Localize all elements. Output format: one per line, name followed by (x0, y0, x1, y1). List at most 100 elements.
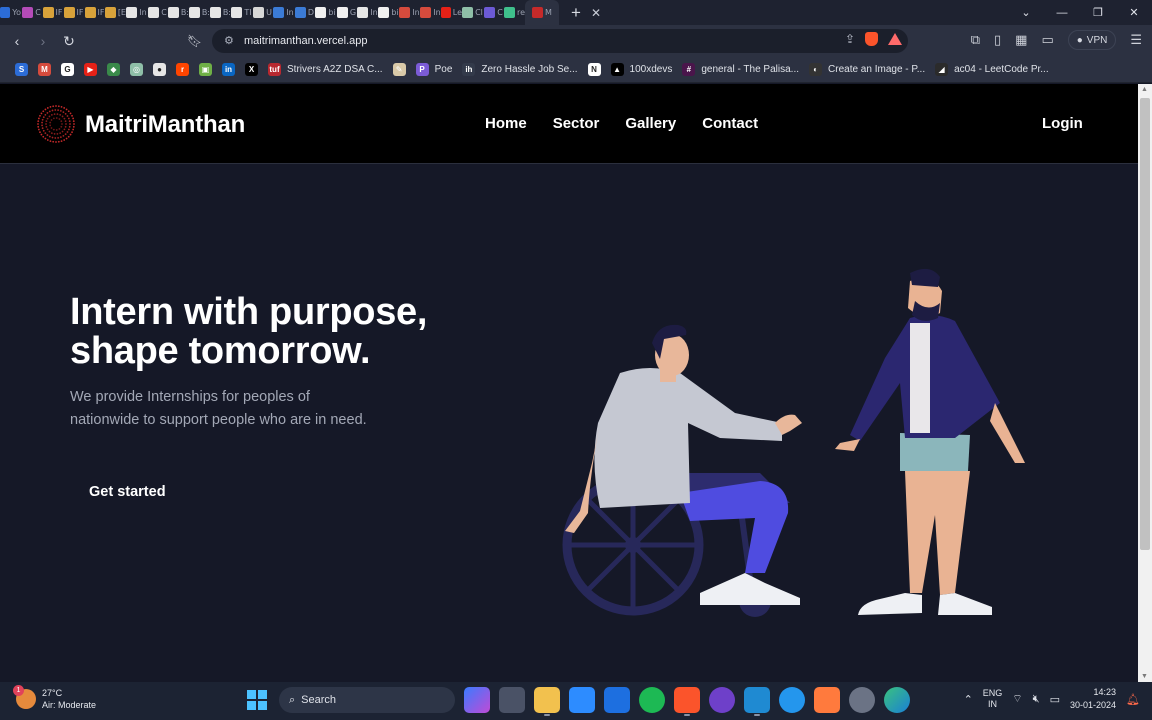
scroll-up-icon[interactable]: ▲ (1141, 86, 1148, 93)
bookmark-item[interactable]: ▶ (79, 57, 102, 83)
nav-contact[interactable]: Contact (702, 115, 758, 132)
reload-icon[interactable]: ↻ (56, 25, 82, 57)
url-bar[interactable]: ⚙ maitrimanthan.vercel.app ⇪ (212, 29, 908, 53)
bookmark-item[interactable]: X (240, 57, 263, 83)
browser-tab[interactable]: [E (105, 0, 126, 25)
brave-browser-icon[interactable] (674, 687, 700, 716)
bookmark-item[interactable]: ◢ ac04 - LeetCode Pr... (930, 57, 1054, 83)
github-desktop-icon[interactable] (709, 687, 735, 713)
bookmark-item[interactable]: ◐ Create an Image - P... (804, 57, 930, 83)
site-settings-icon[interactable]: ⚙ (224, 34, 234, 47)
browser-tab-active[interactable]: M (525, 0, 559, 25)
teamviewer-icon[interactable] (604, 687, 630, 713)
browser-tab[interactable]: C (483, 0, 504, 25)
clock[interactable]: 14:23 30-01-2024 (1070, 686, 1116, 712)
brave-beta-icon[interactable] (814, 687, 840, 713)
volume-muted-icon[interactable]: 🔇︎ (1033, 693, 1040, 706)
scrollbar-thumb[interactable] (1140, 98, 1150, 550)
browser-tab[interactable]: IF (42, 0, 63, 25)
language-indicator[interactable]: ENG IN (983, 688, 1003, 710)
forward-icon[interactable]: › (30, 25, 56, 57)
browser-tab[interactable]: TI (231, 0, 252, 25)
weather-widget[interactable]: 1 27°C Air: Moderate (13, 685, 96, 711)
restore-icon[interactable]: ❐ (1080, 0, 1116, 25)
bookmark-item[interactable]: ih Zero Hassle Job Se... (457, 57, 582, 83)
browser-tab[interactable]: In (273, 0, 294, 25)
tab-search-icon[interactable]: ⌄ (1008, 0, 1044, 25)
bookmark-item[interactable]: ◆ (102, 57, 125, 83)
browser-tab[interactable]: bi (315, 0, 336, 25)
bookmark-item[interactable]: tuf Strivers A2Z DSA C... (263, 57, 388, 83)
bookmark-item[interactable]: ▲ 100xdevs (606, 57, 678, 83)
share-icon[interactable]: ⇪ (845, 32, 855, 46)
settings-icon[interactable] (849, 687, 875, 713)
brave-rewards-icon[interactable] (888, 33, 902, 45)
browser-tab[interactable]: re (504, 0, 525, 25)
new-tab-icon[interactable]: + (565, 0, 587, 25)
notification-bell-icon[interactable]: 🔔︎ (1126, 693, 1140, 706)
bookmark-icon[interactable]: 🔖︎ (187, 34, 202, 48)
browser-tab[interactable]: Yo (0, 0, 21, 25)
vscode-icon[interactable] (744, 687, 770, 716)
tray-overflow-icon[interactable]: ⌃ (964, 693, 973, 706)
browser-tab[interactable]: C (21, 0, 42, 25)
bookmark-item[interactable]: r (171, 57, 194, 83)
bookmark-item[interactable]: S (10, 57, 33, 83)
edge-icon[interactable] (884, 687, 910, 713)
bookmark-item[interactable]: N (583, 57, 606, 83)
vpn-button[interactable]: ● VPN (1067, 30, 1117, 50)
docker-icon[interactable] (779, 687, 805, 713)
extensions-icon[interactable]: ⧉ (971, 32, 980, 48)
login-button[interactable]: Login (1042, 115, 1083, 132)
nav-home[interactable]: Home (485, 115, 527, 132)
battery-icon[interactable]: ▭ (1050, 693, 1060, 706)
taskbar-search[interactable]: ⌕ Search (279, 687, 455, 713)
bookmark-item[interactable]: P Poe (411, 57, 458, 83)
bookmark-item[interactable]: ● (148, 57, 171, 83)
scroll-down-icon[interactable]: ▼ (1141, 673, 1148, 680)
profile-icon[interactable]: ▦ (1015, 32, 1027, 48)
get-started-button[interactable]: Get started (89, 484, 166, 500)
copilot-icon[interactable] (464, 687, 490, 713)
bookmark-item[interactable]: G (56, 57, 79, 83)
browser-tab[interactable]: bi (378, 0, 399, 25)
browser-tab[interactable]: G (336, 0, 357, 25)
bookmark-item[interactable]: M (33, 57, 56, 83)
sidebar-icon[interactable]: ▯ (994, 32, 1001, 48)
bookmark-item[interactable]: # general - The Palisa... (677, 57, 804, 83)
bookmark-item[interactable]: in (217, 57, 240, 83)
browser-tab[interactable]: C (147, 0, 168, 25)
close-tab-icon[interactable]: ✕ (587, 0, 605, 25)
page-scrollbar[interactable]: ▲ ▼ (1138, 84, 1152, 682)
task-view-icon[interactable] (499, 687, 525, 713)
browser-tab[interactable]: Le (441, 0, 462, 25)
minimize-icon[interactable]: — (1044, 0, 1080, 25)
spotify-icon[interactable] (639, 687, 665, 713)
bookmark-item[interactable]: ◎ (125, 57, 148, 83)
brand-name[interactable]: MaitriManthan (85, 111, 245, 139)
browser-tab[interactable]: IF (63, 0, 84, 25)
file-explorer-icon[interactable] (534, 687, 560, 716)
brand-logo-icon[interactable] (36, 104, 76, 144)
zoom-app-icon[interactable] (569, 687, 595, 713)
browser-tab[interactable]: In (399, 0, 420, 25)
bookmark-item[interactable]: ▣ (194, 57, 217, 83)
browser-tab[interactable]: D (294, 0, 315, 25)
close-window-icon[interactable]: ✕ (1116, 0, 1152, 25)
wallet-icon[interactable]: ▭ (1041, 32, 1053, 48)
browser-tab[interactable]: B: (210, 0, 231, 25)
url-text[interactable]: maitrimanthan.vercel.app (244, 35, 368, 47)
start-button-icon[interactable] (244, 687, 270, 713)
nav-gallery[interactable]: Gallery (625, 115, 676, 132)
browser-tab[interactable]: IF (84, 0, 105, 25)
nav-sector[interactable]: Sector (553, 115, 600, 132)
browser-tab[interactable]: U (252, 0, 273, 25)
browser-tab[interactable]: In (357, 0, 378, 25)
browser-tab[interactable]: B: (168, 0, 189, 25)
browser-tab[interactable]: B: (189, 0, 210, 25)
browser-tab[interactable]: Cl (462, 0, 483, 25)
menu-icon[interactable]: ☰ (1130, 32, 1142, 48)
wifi-icon[interactable]: ⌔ (1012, 692, 1022, 706)
brave-shields-icon[interactable] (865, 32, 878, 46)
bookmark-item[interactable]: ✎ (388, 57, 411, 83)
